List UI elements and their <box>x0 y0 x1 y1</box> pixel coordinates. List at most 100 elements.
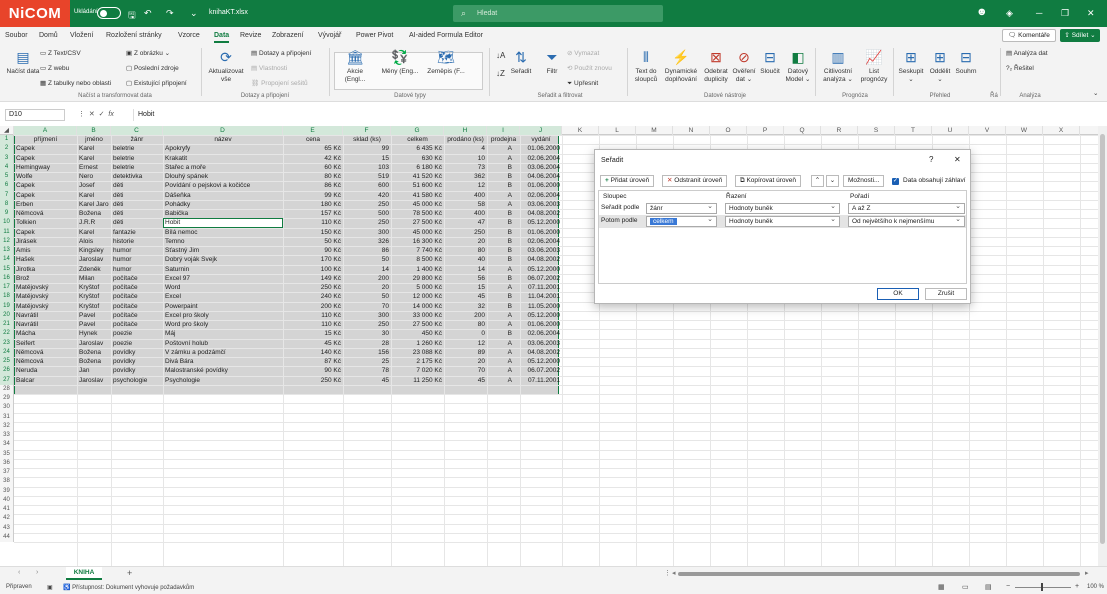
table-cell[interactable]: 326 <box>345 238 389 247</box>
zoom-slider-thumb[interactable] <box>1041 583 1043 591</box>
comments-button[interactable]: 🗨 Komentáře <box>1002 29 1056 42</box>
clear-filter[interactable]: ⊘ Vymazat <box>567 50 599 58</box>
table-cell[interactable]: 60 Kč <box>285 164 341 173</box>
move-up-button[interactable]: ⌃ <box>811 175 824 187</box>
table-cell[interactable]: Matějovský <box>16 303 75 312</box>
add-level-button[interactable]: + Přidat úroveň <box>600 175 655 187</box>
flash-fill-button[interactable]: ⚡ Dynamické doplňování <box>662 48 700 84</box>
column-header[interactable]: N <box>673 126 710 135</box>
table-cell[interactable]: Josef <box>79 182 109 191</box>
table-cell[interactable]: 25 <box>345 358 389 367</box>
table-cell[interactable]: 90 Kč <box>285 247 341 256</box>
table-cell[interactable]: A <box>489 312 518 321</box>
row-header[interactable]: 25 <box>0 357 14 367</box>
table-cell[interactable]: 200 Kč <box>285 303 341 312</box>
delete-level-button[interactable]: ✕ Odstranit úroveň <box>662 175 728 187</box>
table-cell[interactable]: 5 000 Kč <box>393 284 442 293</box>
options-icon[interactable]: ⋮ <box>664 569 671 577</box>
table-cell[interactable]: 32 <box>446 303 485 312</box>
row-header[interactable]: 22 <box>0 329 14 339</box>
sort-za-icon[interactable]: ↓Z <box>496 70 505 78</box>
table-cell[interactable]: počítače <box>113 321 161 330</box>
table-cell[interactable]: A <box>489 377 518 386</box>
table-cell[interactable]: 519 <box>345 173 389 182</box>
table-cell[interactable]: Psychologie <box>165 377 281 386</box>
normal-view-icon[interactable]: ▦ <box>938 583 945 591</box>
scroll-left-icon[interactable]: ◂ <box>672 569 676 577</box>
row-header[interactable]: 18 <box>0 292 14 302</box>
table-cell[interactable]: 20 <box>446 358 485 367</box>
zoom-slider[interactable] <box>1015 587 1071 588</box>
table-cell[interactable]: Karel <box>79 192 109 201</box>
row-header[interactable]: 14 <box>0 255 14 265</box>
row-header[interactable]: 30 <box>0 403 14 413</box>
table-cell[interactable]: 15 <box>345 155 389 164</box>
row-header[interactable]: 33 <box>0 431 14 441</box>
column-header[interactable]: R <box>821 126 858 135</box>
table-cell[interactable]: 250 Kč <box>285 377 341 386</box>
table-cell[interactable]: Božena <box>79 210 109 219</box>
table-cell[interactable]: 250 <box>446 229 485 238</box>
advanced-filter[interactable]: ⏷ Upřesnit <box>567 80 598 88</box>
table-cell[interactable]: 05.12.2000 <box>522 358 560 367</box>
table-cell[interactable]: psychologie <box>113 377 161 386</box>
column-header[interactable]: F <box>343 126 391 135</box>
table-cell[interactable]: 110 Kč <box>285 219 341 228</box>
from-table[interactable]: ▦ Z tabulky nebo oblasti <box>40 80 111 88</box>
from-text-csv[interactable]: ▭ Z Text/CSV <box>40 50 81 58</box>
scroll-right-icon[interactable]: ▸ <box>1085 569 1089 577</box>
header-cell[interactable]: prodáno (ks) <box>446 136 485 145</box>
tab-developer[interactable]: Vývojář <box>318 32 341 39</box>
row-header[interactable]: 44 <box>0 532 14 542</box>
level-1-column-select[interactable]: žánr <box>646 202 717 214</box>
row-header[interactable]: 38 <box>0 477 14 487</box>
table-cell[interactable]: 06.07.2002 <box>522 275 560 284</box>
table-cell[interactable]: Karel Jaromír <box>79 201 109 210</box>
header-cell[interactable]: jméno <box>79 136 109 145</box>
table-cell[interactable]: 86 <box>345 247 389 256</box>
diamond-icon[interactable]: ◈ <box>1006 8 1013 19</box>
table-cell[interactable]: děti <box>113 182 161 191</box>
header-cell[interactable]: cena <box>285 136 341 145</box>
what-if-button[interactable]: ▥ Citlivostní analýza ⌄ <box>820 48 856 84</box>
table-cell[interactable]: 45 <box>446 377 485 386</box>
header-cell[interactable]: žánr <box>113 136 161 145</box>
table-cell[interactable]: 1 260 Kč <box>393 340 442 349</box>
filter-button[interactable]: ⏷ Filtr <box>542 48 562 76</box>
table-cell[interactable]: 6 435 Kč <box>393 145 442 154</box>
type-stocks[interactable]: 🏛 Akcie (Engl... <box>336 48 374 84</box>
table-cell[interactable]: 89 <box>446 349 485 358</box>
row-header[interactable]: 15 <box>0 264 14 274</box>
existing-connections[interactable]: ▢ Existující připojení <box>126 80 187 88</box>
table-cell[interactable]: 250 Kč <box>285 284 341 293</box>
table-cell[interactable]: Babička <box>165 210 281 219</box>
table-cell[interactable]: 41 580 Kč <box>393 192 442 201</box>
table-cell[interactable]: Apokryfy <box>165 145 281 154</box>
table-cell[interactable]: počítače <box>113 284 161 293</box>
table-cell[interactable]: 99 <box>345 145 389 154</box>
header-cell[interactable]: celkem <box>393 136 442 145</box>
properties[interactable]: ▤ Vlastnosti <box>251 65 287 73</box>
column-header[interactable]: P <box>747 126 784 135</box>
column-header[interactable]: Q <box>784 126 821 135</box>
data-validation-button[interactable]: ⊘ Ověření dat ⌄ <box>731 48 757 84</box>
column-header[interactable]: M <box>636 126 673 135</box>
table-cell[interactable]: 14 <box>446 266 485 275</box>
table-cell[interactable]: 12 000 Kč <box>393 293 442 302</box>
autosave-toggle[interactable] <box>97 7 121 19</box>
tab-home[interactable]: Domů <box>39 32 58 39</box>
table-cell[interactable]: Erben <box>16 201 75 210</box>
row-header[interactable]: 29 <box>0 394 14 404</box>
workbook-links[interactable]: ⛓ Propojení sešitů <box>251 80 308 88</box>
table-cell[interactable]: 05.12.2000 <box>522 312 560 321</box>
table-cell[interactable]: Karel <box>79 145 109 154</box>
table-cell[interactable]: 50 Kč <box>285 238 341 247</box>
row-header[interactable]: 42 <box>0 514 14 524</box>
ungroup-button[interactable]: ⊞ Oddělit ⌄ <box>927 48 953 84</box>
table-cell[interactable]: 47 <box>446 219 485 228</box>
row-header[interactable]: 24 <box>0 347 14 357</box>
table-cell[interactable]: 250 <box>345 321 389 330</box>
tab-formulas[interactable]: Vzorce <box>178 32 200 39</box>
table-cell[interactable]: 15 Kč <box>285 330 341 339</box>
close-icon[interactable]: ✕ <box>1087 8 1095 19</box>
